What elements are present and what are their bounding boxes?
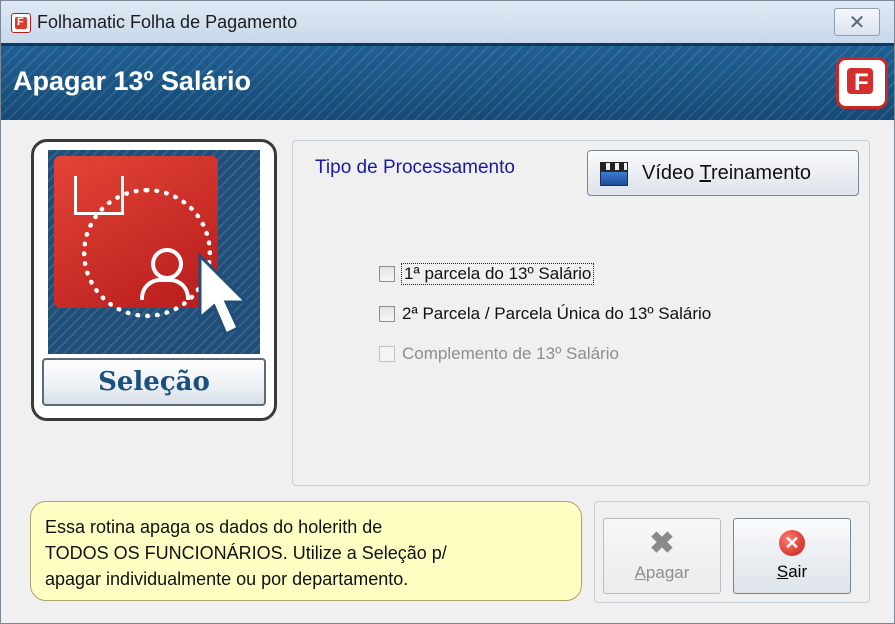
selection-card: Seleção xyxy=(31,139,277,421)
factory-icon xyxy=(74,176,124,215)
info-line-1: Essa rotina apaga os dados do holerith d… xyxy=(45,517,383,537)
exit-label: Sair xyxy=(776,562,808,581)
video-training-label: Vídeo Treinamento xyxy=(642,161,812,184)
info-line-2: TODOS OS FUNCIONÁRIOS. Utilize a Seleção… xyxy=(45,543,447,563)
app-logo-icon xyxy=(11,13,31,33)
video-training-button[interactable]: Vídeo Treinamento xyxy=(587,150,859,196)
processing-type-label: Tipo de Processamento xyxy=(315,157,515,178)
selection-button[interactable]: Seleção xyxy=(42,358,266,406)
close-icon: ✕ xyxy=(848,11,866,34)
checkbox-second-installment[interactable] xyxy=(379,306,395,322)
selection-illustration[interactable] xyxy=(48,150,260,354)
window-title: Folhamatic Folha de Pagamento xyxy=(37,12,298,32)
option-first-installment[interactable]: 1ª parcela do 13º Salário xyxy=(379,263,595,285)
clapperboard-icon xyxy=(600,162,628,186)
delete-button[interactable]: ✖ Apagar xyxy=(603,518,721,594)
close-button[interactable]: ✕ xyxy=(834,8,880,36)
option-complement: Complemento de 13º Salário xyxy=(379,344,619,364)
processing-type-panel: Tipo de Processamento Vídeo Treinamento … xyxy=(292,140,870,486)
title-bar: Folhamatic Folha de Pagamento ✕ xyxy=(1,1,894,43)
page-title: Apagar 13º Salário xyxy=(13,66,251,96)
delete-label: Apagar xyxy=(634,563,690,582)
page-header: Apagar 13º Salário xyxy=(1,43,894,120)
app-window: Folhamatic Folha de Pagamento ✕ Apagar 1… xyxy=(0,0,895,624)
cursor-arrow-icon xyxy=(198,252,250,337)
action-panel: ✖ Apagar ✕ Sair xyxy=(594,501,870,603)
exit-close-icon: ✕ xyxy=(779,530,805,556)
checkbox-first-installment[interactable] xyxy=(379,266,395,282)
option-first-installment-label: 1ª parcela do 13º Salário xyxy=(400,263,595,285)
option-second-installment-label: 2ª Parcela / Parcela Única do 13º Salári… xyxy=(402,304,712,323)
person-icon xyxy=(140,248,190,300)
option-complement-label: Complemento de 13º Salário xyxy=(402,344,619,363)
option-second-installment[interactable]: 2ª Parcela / Parcela Única do 13º Salári… xyxy=(379,304,711,324)
exit-button[interactable]: ✕ Sair xyxy=(733,518,851,594)
info-line-3: apagar individualmente ou por departamen… xyxy=(45,569,409,589)
info-message-box: Essa rotina apaga os dados do holerith d… xyxy=(30,501,582,601)
checkbox-complement xyxy=(379,346,395,362)
delete-x-icon: ✖ xyxy=(649,527,675,560)
brand-logo-icon xyxy=(836,57,888,109)
